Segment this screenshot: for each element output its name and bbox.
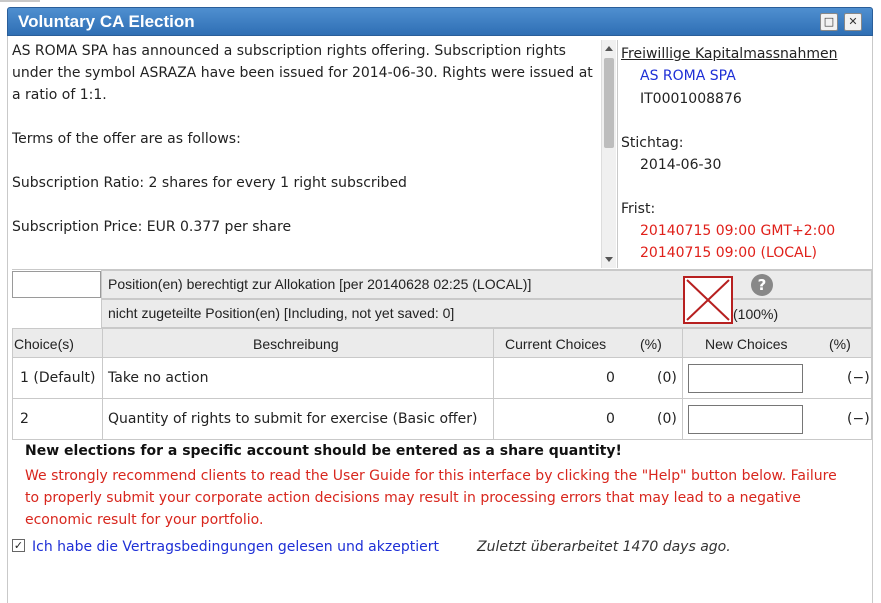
new-choice-pct: (−) bbox=[847, 370, 870, 386]
description-paragraph: Subscription Price: EUR 0.377 per share bbox=[12, 219, 292, 235]
new-choice-input[interactable] bbox=[688, 364, 803, 393]
broken-image-icon bbox=[683, 276, 733, 324]
scroll-down-icon[interactable] bbox=[605, 257, 613, 262]
scroll-up-icon[interactable] bbox=[605, 46, 613, 51]
close-icon[interactable]: ✕ bbox=[844, 13, 862, 31]
record-date: 2014-06-30 bbox=[640, 157, 722, 173]
header-new: New Choices bbox=[705, 336, 788, 352]
company-name: AS ROMA SPA bbox=[640, 68, 736, 84]
position-box bbox=[12, 271, 101, 298]
maximize-icon[interactable]: □ bbox=[820, 13, 838, 31]
description-paragraph: AS ROMA SPA has announced a subscription… bbox=[12, 43, 593, 103]
header-new-pct: (%) bbox=[829, 336, 851, 352]
share-quantity-note: New elections for a specific account sho… bbox=[25, 443, 622, 459]
deadline-label: Frist: bbox=[621, 201, 656, 217]
accept-checkbox[interactable]: ✓ bbox=[12, 539, 25, 552]
header-current: Current Choices bbox=[505, 336, 607, 352]
column-divider bbox=[493, 399, 494, 439]
column-divider bbox=[102, 358, 103, 398]
column-divider bbox=[493, 358, 494, 398]
election-window: Voluntary CA Election □ ✕ AS ROMA SPA ha… bbox=[0, 0, 881, 603]
column-divider bbox=[682, 329, 683, 357]
description-paragraph: Terms of the offer are as follows: bbox=[12, 131, 241, 147]
column-divider bbox=[102, 399, 103, 439]
scroll-thumb[interactable] bbox=[604, 58, 614, 148]
unallocated-percent: (100%) bbox=[733, 306, 779, 322]
new-choice-input[interactable] bbox=[688, 405, 803, 434]
header-choice: Choice(s) bbox=[14, 336, 74, 352]
current-choice: 0 bbox=[606, 370, 615, 386]
offer-description: AS ROMA SPA has announced a subscription… bbox=[12, 40, 602, 268]
current-choice-pct: (0) bbox=[657, 370, 677, 386]
table-header: Choice(s) Beschreibung Current Choices (… bbox=[12, 328, 872, 358]
event-info-panel: Freiwillige Kapitalmassnahmen AS ROMA SP… bbox=[617, 40, 872, 268]
column-divider bbox=[682, 399, 683, 439]
current-choice-pct: (0) bbox=[657, 411, 677, 427]
event-type-header: Freiwillige Kapitalmassnahmen bbox=[621, 46, 838, 62]
table-row: 1 (Default) Take no action 0 (0) (−) bbox=[12, 358, 872, 399]
description-paragraph: Subscription Ratio: 2 shares for every 1… bbox=[12, 175, 407, 191]
warning-text: We strongly recommend clients to read th… bbox=[25, 468, 837, 528]
choice-description: Take no action bbox=[108, 370, 209, 386]
deadline-gmt: 20140715 09:00 GMT+2:00 bbox=[640, 223, 836, 239]
cross-icon bbox=[686, 279, 730, 321]
deadline-local: 20140715 09:00 (LOCAL) bbox=[640, 245, 817, 261]
record-date-label: Stichtag: bbox=[621, 135, 684, 151]
choice-description: Quantity of rights to submit for exercis… bbox=[108, 411, 478, 427]
description-scrollbar[interactable] bbox=[601, 40, 616, 268]
terms-link[interactable]: Ich habe die Vertragsbedingungen gelesen… bbox=[32, 536, 439, 558]
column-divider bbox=[102, 329, 103, 357]
title-bar[interactable]: Voluntary CA Election □ ✕ bbox=[7, 7, 873, 36]
window-title: Voluntary CA Election bbox=[18, 12, 195, 31]
current-choice: 0 bbox=[606, 411, 615, 427]
column-divider bbox=[493, 329, 494, 357]
isin: IT0001008876 bbox=[640, 91, 742, 107]
choice-number: 2 bbox=[20, 411, 29, 427]
header-description: Beschreibung bbox=[253, 336, 339, 352]
top-edge bbox=[0, 0, 40, 2]
help-icon[interactable]: ? bbox=[751, 274, 773, 296]
column-divider bbox=[682, 358, 683, 398]
table-row: 2 Quantity of rights to submit for exerc… bbox=[12, 399, 872, 440]
header-current-pct: (%) bbox=[640, 336, 662, 352]
choice-number: 1 (Default) bbox=[20, 370, 96, 386]
new-choice-pct: (−) bbox=[847, 411, 870, 427]
last-edited-note: Zuletzt überarbeitet 1470 days ago. bbox=[477, 539, 731, 555]
